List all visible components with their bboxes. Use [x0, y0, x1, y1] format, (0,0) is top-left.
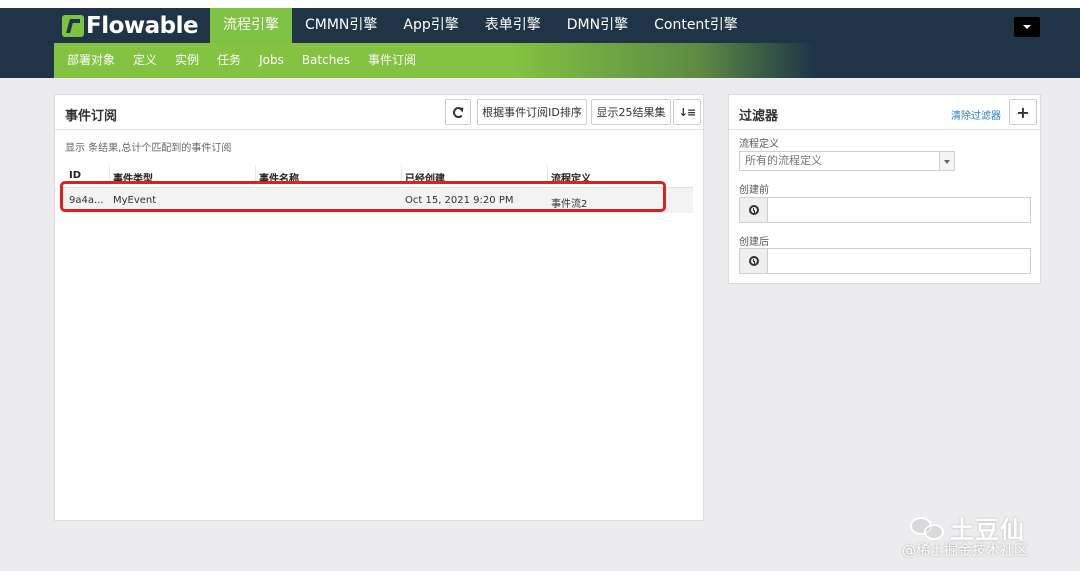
created-before-label: 创建前 [739, 185, 769, 196]
watermark-credit: @稀土掘金技术社区 [902, 543, 1028, 559]
refresh-button[interactable] [445, 99, 471, 125]
process-definition-select[interactable]: 所有的流程定义 [739, 151, 955, 171]
flowable-logo-icon [62, 15, 84, 37]
show-25-results-button[interactable]: 显示25结果集 [591, 99, 671, 125]
tab-content-engine[interactable]: Content引擎 [641, 8, 751, 43]
tab-dmn-engine[interactable]: DMN引擎 [554, 8, 641, 43]
clock-icon [748, 205, 759, 215]
plus-icon: + [1016, 102, 1030, 122]
main-navbar: Flowable 流程引擎 CMMN引擎 App引擎 表单引擎 DMN引擎 Co… [0, 8, 1080, 43]
user-dropdown-toggle[interactable] [1014, 17, 1040, 37]
created-after-field[interactable] [739, 248, 1031, 274]
subtab-instances[interactable]: 实例 [166, 43, 208, 78]
flowable-logo[interactable]: Flowable [62, 13, 199, 39]
add-filter-button[interactable]: + [1009, 99, 1037, 125]
sort-by-id-button[interactable]: 根据事件订阅ID排序 [477, 99, 587, 125]
sort-order-icon: ↓≡ [678, 105, 696, 119]
main-tabs: 流程引擎 CMMN引擎 App引擎 表单引擎 DMN引擎 Content引擎 [210, 8, 751, 43]
created-before-field[interactable] [739, 197, 1031, 223]
subtab-event-subscriptions[interactable]: 事件订阅 [359, 43, 425, 78]
subtab-batches[interactable]: Batches [293, 43, 359, 78]
subtab-jobs[interactable]: Jobs [250, 43, 293, 78]
tab-cmmn-engine[interactable]: CMMN引擎 [292, 8, 390, 43]
clock-icon [748, 256, 759, 266]
created-after-clock-button[interactable] [740, 249, 768, 273]
top-strip [0, 0, 1080, 8]
event-subscription-list-panel: 事件订阅 根据事件订阅ID排序 显示25结果集 ↓≡ 显示 条结果,总计个匹配到… [54, 94, 704, 521]
subtab-deployments[interactable]: 部署对象 [58, 43, 124, 78]
process-definition-value: 所有的流程定义 [745, 154, 822, 167]
results-summary: 显示 条结果,总计个匹配到的事件订阅 [65, 143, 232, 154]
filter-panel: 过滤器 清除过滤器 + 流程定义 所有的流程定义 创建前 创建后 [728, 94, 1041, 284]
subtab-definitions[interactable]: 定义 [124, 43, 166, 78]
logo-text: Flowable [86, 13, 199, 39]
row-highlight-annotation [60, 181, 666, 212]
subtab-tasks[interactable]: 任务 [208, 43, 250, 78]
filter-header-divider [729, 129, 1040, 130]
refresh-icon [452, 106, 464, 118]
panel-title: 事件订阅 [65, 109, 118, 124]
wechat-icon [906, 513, 950, 543]
tab-process-engine[interactable]: 流程引擎 [210, 8, 292, 43]
filter-title: 过滤器 [739, 109, 779, 124]
tab-form-engine[interactable]: 表单引擎 [472, 8, 554, 43]
sort-order-button[interactable]: ↓≡ [673, 99, 701, 125]
chevron-down-icon [939, 152, 954, 170]
column-header-id[interactable]: ID [69, 170, 81, 181]
process-definition-label: 流程定义 [739, 139, 779, 150]
header-divider [55, 129, 703, 130]
clear-filter-link[interactable]: 清除过滤器 [951, 107, 1001, 122]
sub-navbar: 部署对象 定义 实例 任务 Jobs Batches 事件订阅 [54, 43, 814, 78]
tab-app-engine[interactable]: App引擎 [390, 8, 471, 43]
created-after-label: 创建后 [739, 237, 769, 248]
created-before-clock-button[interactable] [740, 198, 768, 222]
